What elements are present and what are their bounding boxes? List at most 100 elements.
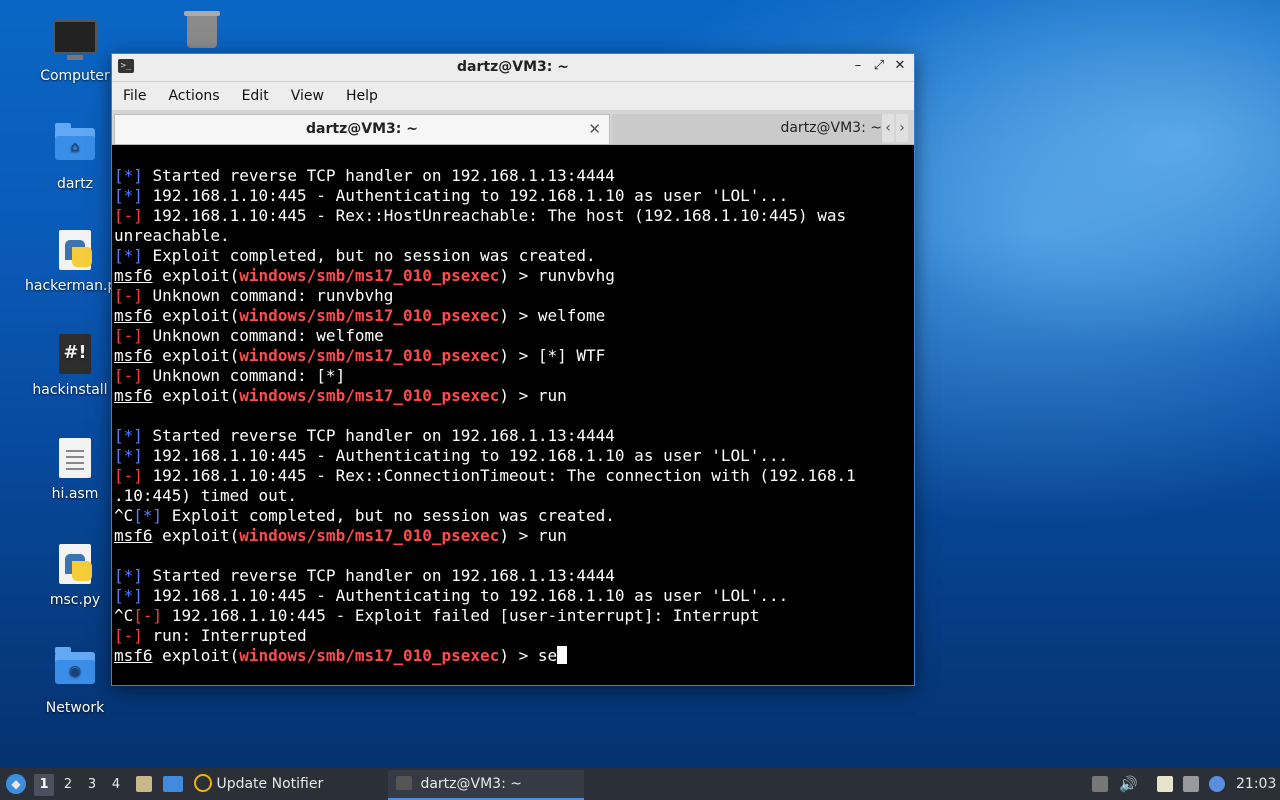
desktop-icon-network[interactable]: ◉ Network bbox=[25, 646, 125, 716]
terminal-line: [*] 192.168.1.10:445 - Authenticating to… bbox=[114, 586, 914, 606]
file-manager-icon[interactable] bbox=[136, 776, 152, 792]
terminal-line: msf6 exploit(windows/smb/ms17_010_psexec… bbox=[114, 526, 914, 546]
prompt-exploit: exploit( bbox=[152, 306, 240, 325]
desktop-icon-label: hackinstall bbox=[32, 382, 108, 398]
desktop-icon-label: dartz bbox=[56, 176, 94, 192]
terminal-line: msf6 exploit(windows/smb/ms17_010_psexec… bbox=[114, 346, 914, 366]
minimize-button[interactable]: – bbox=[850, 58, 866, 74]
show-desktop-icon[interactable] bbox=[163, 776, 183, 792]
tab-bar: dartz@VM3: ~ ✕ dartz@VM3: ~ ‹ › bbox=[112, 110, 914, 145]
info-tag: [*] bbox=[114, 586, 143, 605]
prompt-command: ) > se bbox=[499, 646, 558, 665]
error-tag: [-] bbox=[114, 466, 143, 485]
terminal-line: [-] Unknown command: [*] bbox=[114, 366, 914, 386]
volume-icon[interactable]: 🔊 bbox=[1119, 776, 1138, 792]
desktop-icon-computer[interactable]: Computer bbox=[25, 16, 125, 84]
menu-actions[interactable]: Actions bbox=[157, 88, 230, 104]
desktop-icon-label: hi.asm bbox=[51, 486, 99, 502]
terminal-line: [*] Started reverse TCP handler on 192.1… bbox=[114, 166, 914, 186]
line-text: 192.168.1.10:445 - Rex::HostUnreachable:… bbox=[142, 206, 847, 225]
terminal-line: [-] 192.168.1.10:445 - Rex::ConnectionTi… bbox=[114, 466, 914, 486]
prompt-msf6: msf6 bbox=[114, 266, 153, 285]
prompt-module: windows/smb/ms17_010_psexec bbox=[239, 266, 500, 285]
line-text: Unknown command: runvbvhg bbox=[142, 286, 394, 305]
info-tag: [*] bbox=[114, 166, 143, 185]
terminal-window[interactable]: >_ dartz@VM3: ~ – ⤢ ✕ File Actions Edit … bbox=[111, 53, 915, 686]
prompt-exploit: exploit( bbox=[152, 266, 240, 285]
error-tag: [-] bbox=[114, 206, 143, 225]
error-tag: [-] bbox=[114, 326, 143, 345]
line-text: 192.168.1.10:445 - Authenticating to 192… bbox=[142, 586, 789, 605]
task-update-notifier[interactable]: Update Notifier bbox=[194, 770, 374, 798]
line-text: run: Interrupted bbox=[142, 626, 307, 645]
home-folder-icon: ⌂ bbox=[53, 123, 97, 172]
tab-active[interactable]: dartz@VM3: ~ ✕ bbox=[114, 114, 610, 144]
terminal-line: [*] Started reverse TCP handler on 192.1… bbox=[114, 566, 914, 586]
prompt-module: windows/smb/ms17_010_psexec bbox=[239, 346, 500, 365]
prompt-command: ) > runvbvhg bbox=[499, 266, 615, 285]
shell-script-icon: #! bbox=[53, 334, 97, 378]
notification-icon[interactable] bbox=[1209, 776, 1225, 792]
network-status-icon[interactable] bbox=[1183, 776, 1199, 792]
desktop-icon-hackinstall[interactable]: #! hackinstall bbox=[25, 332, 125, 398]
terminal-line: msf6 exploit(windows/smb/ms17_010_psexec… bbox=[114, 646, 914, 666]
workspace-3[interactable]: 3 bbox=[82, 774, 102, 796]
error-tag: [-] bbox=[114, 626, 143, 645]
prompt-module: windows/smb/ms17_010_psexec bbox=[239, 386, 500, 405]
workspace-1[interactable]: 1 bbox=[34, 774, 54, 796]
tab-label: dartz@VM3: ~ bbox=[780, 120, 882, 136]
menu-help[interactable]: Help bbox=[335, 88, 389, 104]
terminal-output[interactable]: [*] Started reverse TCP handler on 192.1… bbox=[114, 146, 914, 685]
workspace-4[interactable]: 4 bbox=[106, 774, 126, 796]
close-button[interactable]: ✕ bbox=[892, 58, 908, 74]
prompt-command: ) > run bbox=[499, 386, 567, 405]
task-terminal[interactable]: dartz@VM3: ~ bbox=[388, 770, 584, 800]
ctrl-c-marker: ^C bbox=[114, 506, 134, 525]
window-titlebar[interactable]: >_ dartz@VM3: ~ – ⤢ ✕ bbox=[112, 54, 914, 82]
desktop-icon-label: Computer bbox=[40, 68, 110, 84]
terminal-line: [*] 192.168.1.10:445 - Authenticating to… bbox=[114, 446, 914, 466]
task-label: Update Notifier bbox=[216, 776, 324, 792]
tab-close-icon[interactable]: ✕ bbox=[588, 115, 601, 143]
tab-label: dartz@VM3: ~ bbox=[306, 121, 418, 137]
terminal-icon bbox=[396, 776, 412, 790]
terminal-line: ^C[*] Exploit completed, but no session … bbox=[114, 506, 914, 526]
menu-file[interactable]: File bbox=[112, 88, 157, 104]
tab-scroll-left-icon[interactable]: ‹ bbox=[882, 114, 894, 142]
prompt-exploit: exploit( bbox=[152, 386, 240, 405]
prompt-msf6: msf6 bbox=[114, 346, 153, 365]
prompt-exploit: exploit( bbox=[152, 646, 240, 665]
tab-scroll-right-icon[interactable]: › bbox=[896, 114, 908, 142]
text-file-icon bbox=[53, 438, 97, 482]
start-menu-icon[interactable]: ◆ bbox=[6, 774, 26, 794]
ctrl-c-marker: ^C bbox=[114, 606, 134, 625]
desktop-icon-home[interactable]: ⌂ dartz bbox=[25, 122, 125, 192]
clipboard-icon[interactable] bbox=[1157, 776, 1173, 792]
line-text: Started reverse TCP handler on 192.168.1… bbox=[142, 426, 615, 445]
terminal-line: msf6 exploit(windows/smb/ms17_010_psexec… bbox=[114, 306, 914, 326]
desktop-icon-msc[interactable]: msc.py bbox=[25, 542, 125, 608]
line-text: 192.168.1.10:445 - Exploit failed [user-… bbox=[162, 606, 760, 625]
menu-view[interactable]: View bbox=[280, 88, 335, 104]
desktop-icon-label: Network bbox=[45, 700, 105, 716]
window-title: dartz@VM3: ~ bbox=[457, 59, 569, 75]
line-text: 192.168.1.10:445 - Authenticating to 192… bbox=[142, 186, 789, 205]
desktop-icon-hi-asm[interactable]: hi.asm bbox=[25, 436, 125, 502]
desktop-icon-label: hackerman.py bbox=[25, 278, 115, 294]
workspace-2[interactable]: 2 bbox=[58, 774, 78, 796]
terminal-line: [-] Unknown command: runvbvhg bbox=[114, 286, 914, 306]
desktop-icon-hackerman[interactable]: hackerman.py bbox=[25, 228, 125, 294]
info-tag: [*] bbox=[114, 446, 143, 465]
maximize-button[interactable]: ⤢ bbox=[871, 58, 887, 74]
line-text: Started reverse TCP handler on 192.168.1… bbox=[142, 566, 615, 585]
info-tag: [*] bbox=[114, 246, 143, 265]
menu-edit[interactable]: Edit bbox=[231, 88, 280, 104]
prompt-exploit: exploit( bbox=[152, 346, 240, 365]
line-text: Exploit completed, but no session was cr… bbox=[162, 506, 615, 525]
task-label: dartz@VM3: ~ bbox=[420, 776, 522, 792]
clock[interactable]: 21:03 bbox=[1236, 768, 1276, 800]
tray-up-arrow-icon[interactable] bbox=[1092, 776, 1108, 792]
tab-inactive[interactable]: dartz@VM3: ~ bbox=[612, 114, 882, 144]
